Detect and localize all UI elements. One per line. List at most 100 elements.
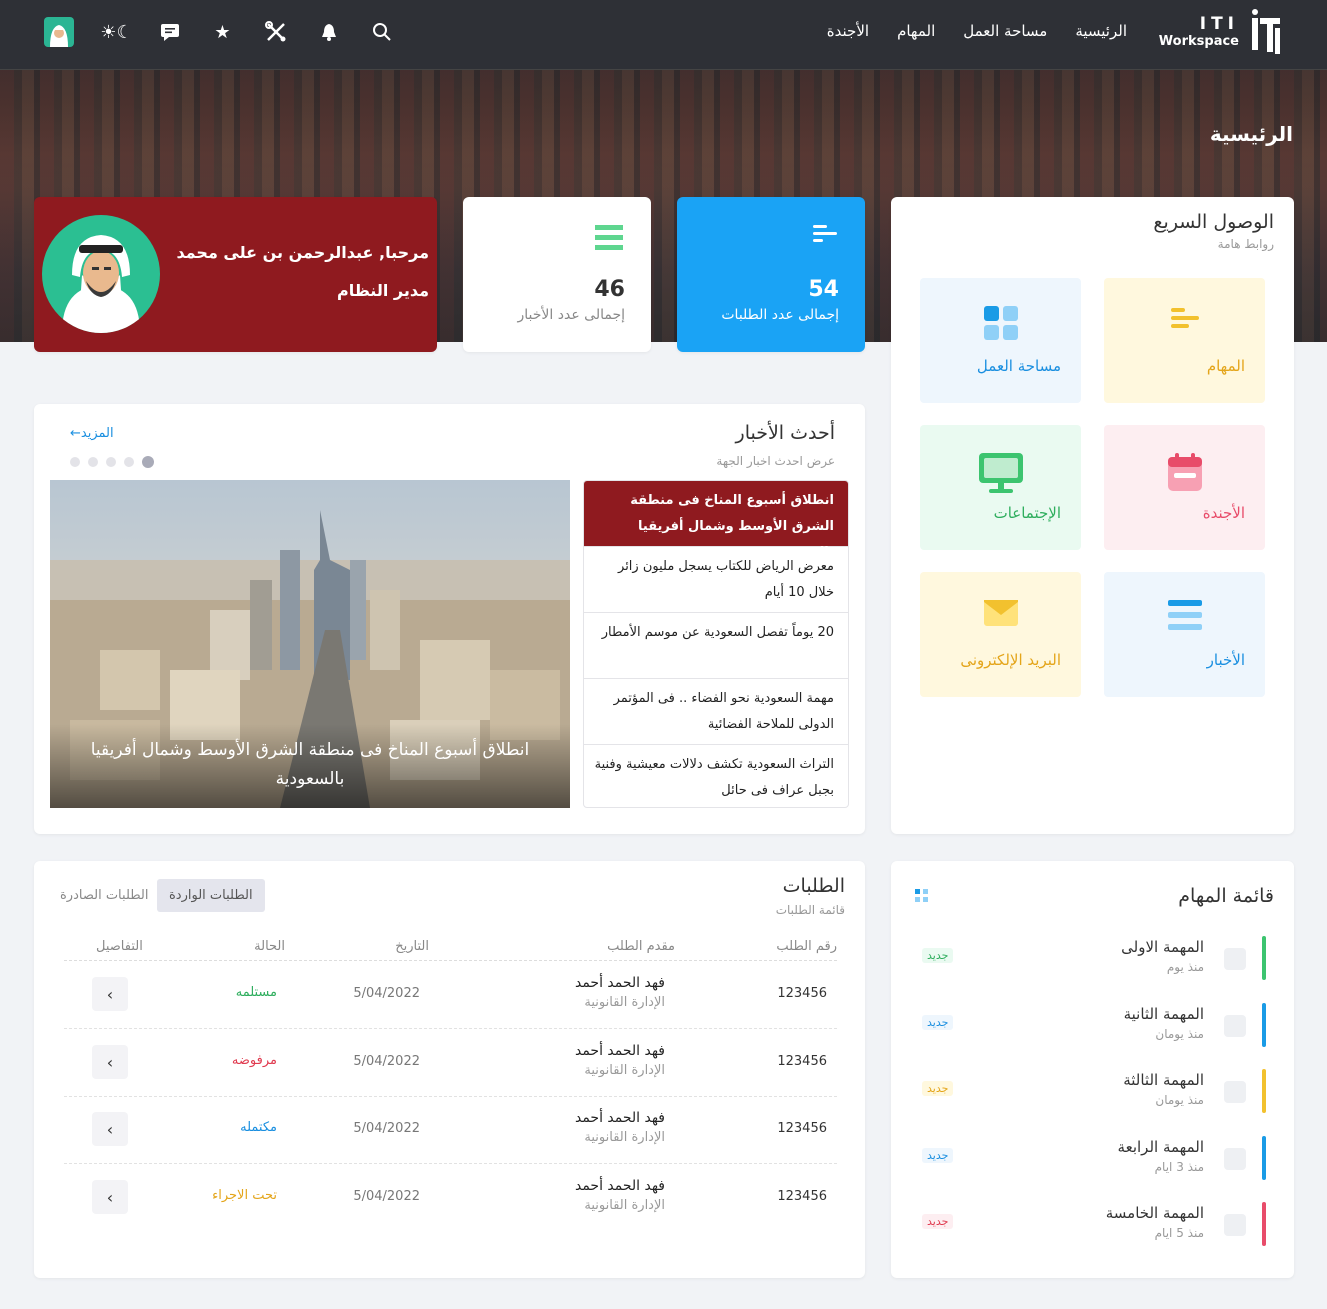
task-checkbox[interactable] (1224, 948, 1246, 970)
stat-requests-count: 54 (808, 277, 839, 302)
applicant-dept: الإدارة القانونية (584, 995, 665, 1010)
nav-workspace[interactable]: مساحة العمل (963, 22, 1047, 40)
carousel-dot[interactable] (88, 457, 98, 467)
task-checkbox[interactable] (1224, 1081, 1246, 1103)
task-time: منذ يومان (1155, 1093, 1204, 1107)
carousel-dot[interactable] (124, 457, 134, 467)
quick-access-title: الوصول السريع (1153, 211, 1274, 233)
task-time: منذ يوم (1166, 960, 1204, 974)
details-button[interactable]: › (92, 1180, 128, 1214)
col-status: الحالة (254, 939, 285, 954)
applicant-dept: الإدارة القانونية (584, 1063, 665, 1078)
nav-tasks[interactable]: المهام (897, 22, 935, 40)
tile-workspace-label: مساحة العمل (976, 357, 1061, 375)
tools-icon[interactable] (249, 16, 302, 48)
task-item[interactable]: المهمة الاولى منذ يوم جديد (916, 936, 1266, 980)
task-checkbox[interactable] (1224, 1214, 1246, 1236)
task-item[interactable]: المهمة الرابعة منذ 3 ايام جديد (916, 1136, 1266, 1180)
request-number: 123456 (777, 1054, 827, 1069)
table-row: 123456 فهد الحمد أحمد الإدارة القانونية … (64, 1029, 837, 1097)
logo-line1: ITI (1199, 14, 1239, 34)
task-item[interactable]: المهمة الثالثة منذ يومان جديد (916, 1069, 1266, 1113)
tile-meetings[interactable]: الإجتماعات (920, 425, 1081, 550)
tab-outgoing-requests[interactable]: الطلبات الصادرة (48, 879, 160, 912)
grid-menu-icon[interactable] (915, 889, 929, 903)
details-button[interactable]: › (92, 977, 128, 1011)
requests-table-header: رقم الطلب مقدم الطلب التاريخ الحالة التف… (64, 939, 837, 961)
news-card: أحدث الأخبار عرض احدث اخبار الجهة ←المزي… (34, 404, 865, 834)
request-date: 5/04/2022 (353, 1121, 420, 1136)
stat-news-label: إجمالى عدد الأخبار (517, 307, 625, 323)
status-badge: تحت الاجراء (212, 1188, 277, 1203)
news-featured-image[interactable]: انطلاق أسبوع المناخ فى منطقة الشرق الأوس… (50, 480, 570, 808)
news-item-active[interactable]: انطلاق أسبوع المناخ فى منطقة الشرق الأوس… (584, 481, 848, 560)
carousel-dot[interactable] (106, 457, 116, 467)
tasks-card: قائمة المهام المهمة الاولى منذ يوم جديد … (891, 861, 1294, 1278)
task-item[interactable]: المهمة الثانية منذ يومان جديد (916, 1003, 1266, 1047)
task-time: منذ 5 ايام (1154, 1226, 1204, 1240)
news-title: أحدث الأخبار (735, 422, 835, 444)
mail-icon (983, 600, 1018, 630)
main-nav: الرئيسية مساحة العمل المهام الأجندة (827, 22, 1127, 40)
avatar-icon (44, 17, 74, 47)
carousel-dot-active[interactable] (142, 456, 154, 468)
news-item[interactable]: مهمة السعودية نحو الفضاء .. فى المؤتمر ا… (584, 679, 848, 745)
task-checkbox[interactable] (1224, 1015, 1246, 1037)
col-request-number: رقم الطلب (776, 939, 837, 954)
carousel-dot[interactable] (70, 457, 80, 467)
applicant-name: فهد الحمد أحمد (574, 975, 665, 991)
task-name: المهمة الخامسة (1105, 1204, 1204, 1222)
tile-news-label: الأخبار (1206, 651, 1245, 669)
col-date: التاريخ (395, 939, 429, 954)
tile-news[interactable]: الأخبار (1104, 572, 1265, 697)
search-icon[interactable] (355, 16, 408, 48)
requests-title: الطلبات (782, 875, 845, 897)
news-icon (1167, 600, 1202, 634)
news-list-icon (595, 225, 623, 255)
applicant-name: فهد الحمد أحمد (574, 1043, 665, 1059)
stat-requests-card[interactable]: 54 إجمالى عدد الطلبات (677, 197, 865, 352)
chevron-right-icon: › (106, 1052, 114, 1072)
welcome-card: مرحبا, عبدالرحمن بن على محمد مدير النظام (34, 197, 437, 352)
bell-icon[interactable] (302, 16, 355, 48)
task-checkbox[interactable] (1224, 1148, 1246, 1170)
col-applicant: مقدم الطلب (607, 939, 675, 954)
applicant-dept: الإدارة القانونية (584, 1198, 665, 1213)
news-item[interactable]: معرض الرياض للكتاب يسجل مليون زائر خلال … (584, 547, 848, 613)
star-icon[interactable]: ★ (196, 16, 249, 48)
tab-incoming-requests[interactable]: الطلبات الواردة (157, 879, 265, 912)
quick-access-card: الوصول السريع روابط هامة المهام مساحة ال… (891, 197, 1294, 834)
task-time: منذ 3 ايام (1154, 1160, 1204, 1174)
stat-news-card[interactable]: 46 إجمالى عدد الأخبار (463, 197, 651, 352)
theme-toggle-icon[interactable]: ☀☾ (90, 16, 143, 48)
table-row: 123456 فهد الحمد أحمد الإدارة القانونية … (64, 1164, 837, 1232)
toolbar-icons: ☀☾ ★ (44, 16, 408, 48)
tasks-title: قائمة المهام (1178, 885, 1274, 907)
welcome-name: مرحبا, عبدالرحمن بن على محمد (176, 243, 429, 262)
user-avatar-button[interactable] (44, 16, 74, 48)
chevron-right-icon: › (106, 1187, 114, 1207)
news-more-link[interactable]: ←المزيد (70, 426, 114, 441)
task-item[interactable]: المهمة الخامسة منذ 5 ايام جديد (916, 1202, 1266, 1246)
monitor-icon (978, 453, 1023, 497)
applicant-name: فهد الحمد أحمد (574, 1110, 665, 1126)
task-color-bar (1262, 1069, 1266, 1113)
chat-icon[interactable] (143, 16, 196, 48)
news-item[interactable]: التراث السعودية تكشف دلالات معيشية وفنية… (584, 745, 848, 807)
news-item[interactable]: 20 يوماً تفصل السعودية عن موسم الأمطار (584, 613, 848, 679)
news-more-label: المزيد (80, 426, 114, 441)
details-button[interactable]: › (92, 1112, 128, 1146)
arrow-left-icon: ← (70, 426, 81, 441)
tile-tasks[interactable]: المهام (1104, 278, 1265, 403)
tile-workspace[interactable]: مساحة العمل (920, 278, 1081, 403)
nav-agenda[interactable]: الأجندة (827, 22, 869, 40)
tile-email[interactable]: البريد الإلكترونى (920, 572, 1081, 697)
welcome-role: مدير النظام (336, 281, 429, 300)
details-button[interactable]: › (92, 1045, 128, 1079)
request-number: 123456 (777, 1189, 827, 1204)
chevron-right-icon: › (106, 984, 114, 1004)
logo[interactable]: ITI Workspace (1159, 8, 1283, 56)
nav-home[interactable]: الرئيسية (1075, 22, 1127, 40)
tile-agenda[interactable]: الأجندة (1104, 425, 1265, 550)
workspace-grid-icon (983, 306, 1018, 344)
